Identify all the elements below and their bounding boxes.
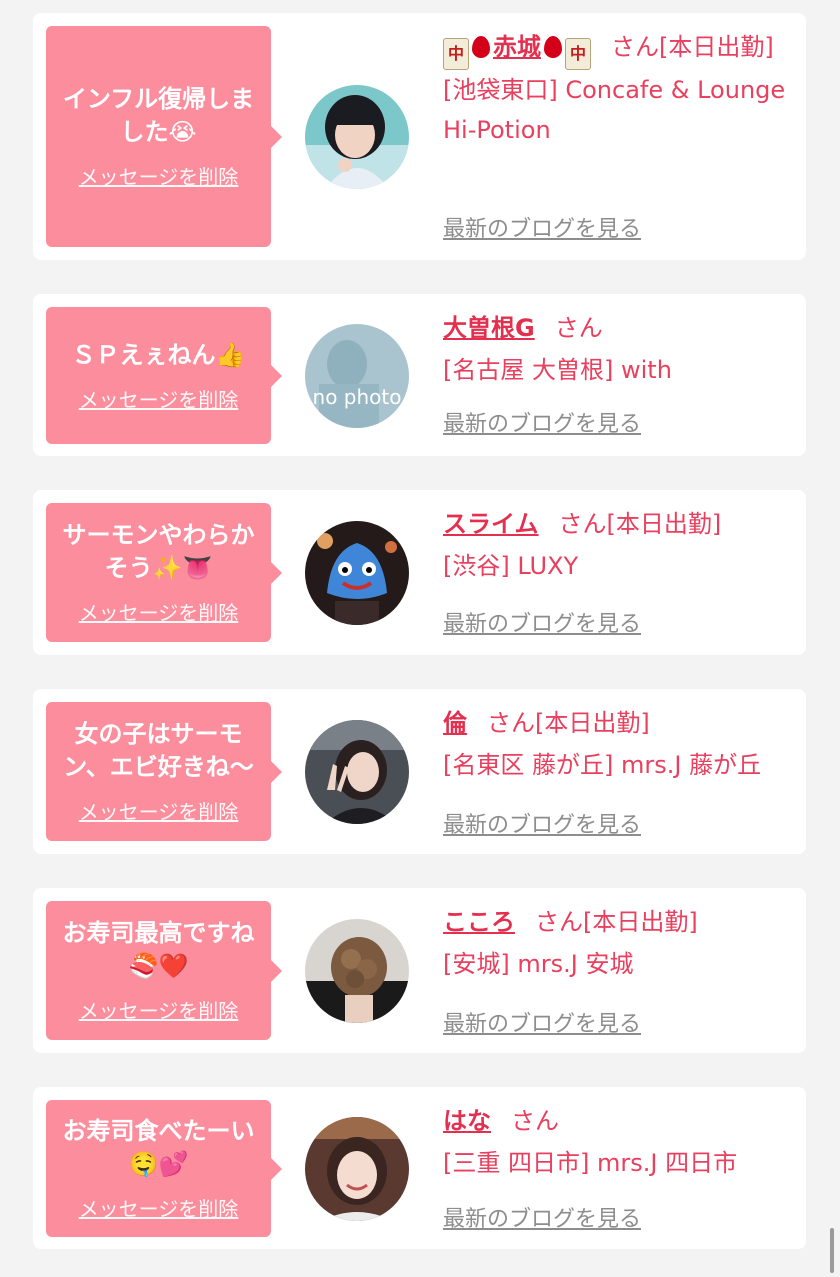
message-bubble: ＳＰえぇねん👍 メッセージを削除 [46, 307, 282, 444]
cast-name-link[interactable]: 中赤城中 [443, 33, 591, 70]
blood-drop-icon [544, 36, 562, 58]
message-bubble: お寿司最高ですね🍣❤️ メッセージを削除 [46, 901, 282, 1040]
message-card: お寿司最高ですね🍣❤️ メッセージを削除 こころ さん[本日出勤] [安城] mr… [33, 888, 806, 1053]
delete-message-link[interactable]: メッセージを削除 [79, 384, 239, 413]
message-text: サーモンやわらかそう✨👅 [62, 521, 255, 582]
avatar[interactable]: no photo [305, 324, 409, 428]
message-bubble: 女の子はサーモン、エビ好きね〜 メッセージを削除 [46, 702, 282, 841]
message-card: ＳＰえぇねん👍 メッセージを削除 no photo 大曽根G さん [名古屋 大曽… [33, 294, 806, 456]
message-text: インフル復帰しました😭 [62, 85, 255, 146]
cast-name-link[interactable]: こころ [443, 908, 515, 936]
mahjong-chun-icon: 中 [565, 38, 591, 70]
message-card: 女の子はサーモン、エビ好きね〜 メッセージを削除 倫さん[本日出勤] [名東区 … [33, 689, 806, 854]
message-text: お寿司食べたーい🤤💕 [62, 1117, 255, 1178]
san-label: さん [558, 510, 607, 538]
delete-message-link[interactable]: メッセージを削除 [79, 597, 239, 626]
latest-blog-link[interactable]: 最新のブログを見る [443, 406, 641, 438]
latest-blog-link[interactable]: 最新のブログを見る [443, 1201, 641, 1233]
san-label: さん [535, 908, 583, 936]
cast-info: はな さん [三重 四日市] mrs.J 四日市 [443, 1101, 798, 1183]
no-photo-text: no photo [313, 385, 402, 409]
cast-name-link[interactable]: 大曽根G [443, 314, 535, 342]
status-label: [本日出勤] [583, 908, 698, 936]
message-card: インフル復帰しました😭 メッセージを削除 中赤城中さん[本日出勤] [池袋東口]… [33, 13, 806, 260]
delete-message-link[interactable]: メッセージを削除 [79, 1193, 239, 1222]
scrollbar[interactable] [830, 1228, 834, 1273]
message-bubble: お寿司食べたーい🤤💕 メッセージを削除 [46, 1100, 282, 1237]
san-label: さん [554, 314, 603, 342]
san-label: さん [487, 709, 535, 737]
cast-info: 倫さん[本日出勤] [名東区 藤が丘] mrs.J 藤が丘 [443, 703, 798, 785]
delete-message-link[interactable]: メッセージを削除 [79, 995, 239, 1024]
message-text: お寿司最高ですね🍣❤️ [62, 919, 255, 980]
mahjong-chun-icon: 中 [443, 38, 469, 70]
avatar[interactable] [305, 1117, 409, 1221]
avatar[interactable] [305, 521, 409, 625]
avatar[interactable] [305, 720, 409, 824]
shop-label: [渋谷] LUXY [443, 552, 579, 580]
message-bubble: インフル復帰しました😭 メッセージを削除 [46, 26, 282, 247]
message-text: ＳＰえぇねん👍 [71, 340, 246, 369]
cast-name-link[interactable]: はな [443, 1107, 491, 1135]
status-label: [本日出勤] [606, 510, 722, 538]
cast-name-link[interactable]: 倫 [443, 709, 467, 737]
delete-message-link[interactable]: メッセージを削除 [79, 796, 239, 825]
san-label: さん [511, 1107, 559, 1135]
shop-label: [三重 四日市] mrs.J 四日市 [443, 1149, 738, 1177]
shop-label: [名東区 藤が丘] mrs.J 藤が丘 [443, 751, 762, 779]
message-card: サーモンやわらかそう✨👅 メッセージを削除 スライム さん[本日出勤] [渋谷] … [33, 490, 806, 655]
shop-label: [池袋東口] Concafe & Lounge Hi-Potion [443, 76, 786, 144]
message-card: お寿司食べたーい🤤💕 メッセージを削除 はな さん [三重 四日市] mrs.J … [33, 1087, 806, 1249]
latest-blog-link[interactable]: 最新のブログを見る [443, 606, 641, 638]
shop-label: [安城] mrs.J 安城 [443, 950, 634, 978]
avatar[interactable] [305, 85, 409, 189]
cast-name-link[interactable]: スライム [443, 510, 539, 538]
avatar[interactable] [305, 919, 409, 1023]
shop-label: [名古屋 大曽根] with [443, 356, 672, 384]
cast-info: 大曽根G さん [名古屋 大曽根] with [443, 308, 798, 390]
cast-info: スライム さん[本日出勤] [渋谷] LUXY [443, 504, 798, 586]
status-label: [本日出勤] [659, 33, 774, 61]
latest-blog-link[interactable]: 最新のブログを見る [443, 1006, 641, 1038]
latest-blog-link[interactable]: 最新のブログを見る [443, 807, 641, 839]
latest-blog-link[interactable]: 最新のブログを見る [443, 211, 641, 243]
blood-drop-icon [472, 36, 490, 58]
status-label: [本日出勤] [535, 709, 650, 737]
message-text: 女の子はサーモン、エビ好きね〜 [63, 720, 254, 781]
cast-info: こころ さん[本日出勤] [安城] mrs.J 安城 [443, 902, 798, 984]
cast-info: 中赤城中さん[本日出勤] [池袋東口] Concafe & Lounge Hi-… [443, 27, 798, 150]
message-bubble: サーモンやわらかそう✨👅 メッセージを削除 [46, 503, 282, 642]
san-label: さん [611, 33, 659, 61]
delete-message-link[interactable]: メッセージを削除 [79, 161, 239, 190]
